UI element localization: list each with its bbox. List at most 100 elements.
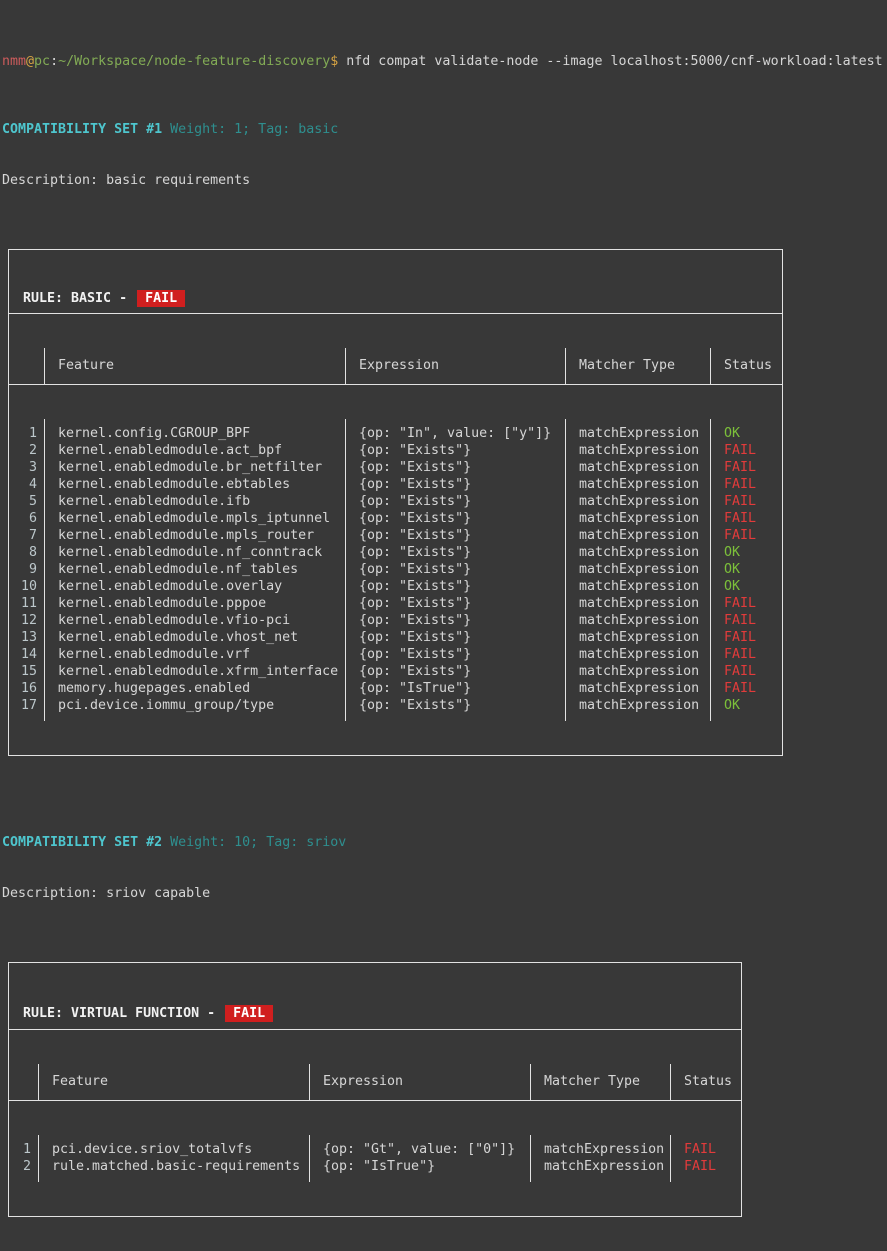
- rule-header-virtual-function: RULE: VIRTUAL FUNCTION -FAIL: [9, 997, 741, 1030]
- status-cell: FAIL: [711, 663, 782, 680]
- row-number-column: 1234567891011121314151617: [9, 419, 45, 721]
- feature-cell: kernel.enabledmodule.mpls_router: [45, 527, 345, 544]
- feature-cell: kernel.enabledmodule.overlay: [45, 578, 345, 595]
- status-cell: FAIL: [671, 1141, 741, 1158]
- rule-label: RULE: VIRTUAL FUNCTION -: [23, 1006, 215, 1021]
- matcher-cell: matchExpression: [566, 697, 710, 714]
- matcher-cell: matchExpression: [566, 425, 710, 442]
- feature-cell: kernel.enabledmodule.xfrm_interface: [45, 663, 345, 680]
- row-number-cell: 3: [9, 459, 44, 476]
- feature-cell: kernel.enabledmodule.vfio-pci: [45, 612, 345, 629]
- row-number-cell: 6: [9, 510, 44, 527]
- expression-cell: {op: "Exists"}: [346, 459, 565, 476]
- row-number-cell: 4: [9, 476, 44, 493]
- set-2-heading: COMPATIBILITY SET #2 Weight: 10; Tag: sr…: [2, 834, 887, 851]
- row-number-cell: 14: [9, 646, 44, 663]
- expression-cell: {op: "Exists"}: [346, 629, 565, 646]
- row-number-cell: 5: [9, 493, 44, 510]
- expression-column: {op: "Gt", value: ["0"]}{op: "IsTrue"}: [310, 1135, 531, 1182]
- set-1-heading: COMPATIBILITY SET #1 Weight: 1; Tag: bas…: [2, 121, 887, 138]
- expression-cell: {op: "Exists"}: [346, 612, 565, 629]
- status-cell: FAIL: [711, 629, 782, 646]
- terminal-window[interactable]: nmm@pc:~/Workspace/node-feature-discover…: [0, 0, 887, 1251]
- expression-cell: {op: "Exists"}: [346, 646, 565, 663]
- matcher-cell: matchExpression: [566, 663, 710, 680]
- expression-cell: {op: "Exists"}: [346, 544, 565, 561]
- feature-cell: kernel.enabledmodule.pppoe: [45, 595, 345, 612]
- set-2-title: COMPATIBILITY SET #2: [2, 835, 162, 850]
- row-number-cell: 7: [9, 527, 44, 544]
- feature-cell: rule.matched.basic-requirements: [39, 1158, 309, 1175]
- prompt-colon: :: [50, 54, 58, 69]
- status-cell: FAIL: [711, 595, 782, 612]
- expression-cell: {op: "Exists"}: [346, 663, 565, 680]
- status-cell: OK: [711, 544, 782, 561]
- feature-column: kernel.config.CGROUP_BPF kernel.enabledmo…: [45, 419, 346, 721]
- expression-cell: {op: "IsTrue"}: [346, 680, 565, 697]
- set-2-meta: Weight: 10; Tag: sriov: [162, 835, 346, 850]
- matcher-cell: matchExpression: [531, 1158, 670, 1175]
- header-cell-expression: Expression: [310, 1064, 531, 1100]
- status-cell: OK: [711, 578, 782, 595]
- header-cell-matcher: Matcher Type: [566, 348, 711, 384]
- rule-table-virtual-function: RULE: VIRTUAL FUNCTION -FAIL Feature Exp…: [8, 962, 742, 1217]
- feature-cell: kernel.enabledmodule.nf_tables: [45, 561, 345, 578]
- expression-cell: {op: "Exists"}: [346, 527, 565, 544]
- table-body-basic: 1234567891011121314151617 kernel.config.…: [9, 419, 782, 721]
- rule-header-basic: RULE: BASIC - FAIL: [9, 284, 782, 314]
- prompt-path: ~/Workspace/node-feature-discovery: [58, 54, 330, 69]
- row-number-cell: 11: [9, 595, 44, 612]
- expression-cell: {op: "Exists"}: [346, 578, 565, 595]
- set-1-meta: Weight: 1; Tag: basic: [162, 122, 338, 137]
- status-cell: FAIL: [711, 476, 782, 493]
- set-1-title: COMPATIBILITY SET #1: [2, 122, 162, 137]
- matcher-cell: matchExpression: [566, 476, 710, 493]
- status-column: OKFAILFAILFAILFAILFAILFAILOKOKOKFAILFAIL…: [711, 419, 782, 721]
- status-cell: FAIL: [711, 646, 782, 663]
- rule-label: RULE: BASIC -: [23, 291, 127, 306]
- matcher-cell: matchExpression: [566, 612, 710, 629]
- matcher-column: matchExpressionmatchExpressionmatchExpre…: [566, 419, 711, 721]
- feature-column: pci.device.sriov_totalvfsrule.matched.ba…: [39, 1135, 310, 1182]
- row-number-cell: 8: [9, 544, 44, 561]
- row-number-cell: 1: [9, 1141, 38, 1158]
- rule-status-badge: FAIL: [137, 290, 185, 307]
- table-body-virtual-function: 12 pci.device.sriov_totalvfsrule.matched…: [9, 1135, 741, 1182]
- status-cell: FAIL: [711, 612, 782, 629]
- set-2-description: Description: sriov capable: [2, 885, 887, 902]
- at-symbol: @: [26, 54, 34, 69]
- column-header-row: Feature Expression Matcher Type Status: [9, 1064, 741, 1101]
- expression-cell: {op: "Exists"}: [346, 697, 565, 714]
- status-cell: OK: [711, 561, 782, 578]
- set-1-description: Description: basic requirements: [2, 172, 887, 189]
- expression-cell: {op: "Exists"}: [346, 493, 565, 510]
- row-number-cell: 13: [9, 629, 44, 646]
- feature-cell: kernel.enabledmodule.vrf: [45, 646, 345, 663]
- header-cell-status: Status: [711, 348, 782, 384]
- header-cell-expression: Expression: [346, 348, 566, 384]
- row-number-column: 12: [9, 1135, 39, 1182]
- feature-cell: kernel.enabledmodule.ifb: [45, 493, 345, 510]
- prompt-host: pc: [34, 54, 50, 69]
- expression-cell: {op: "Exists"}: [346, 510, 565, 527]
- feature-cell: pci.device.sriov_totalvfs: [39, 1141, 309, 1158]
- header-cell-matcher: Matcher Type: [531, 1064, 671, 1100]
- prompt-user: nmm: [2, 54, 26, 69]
- feature-cell: kernel.enabledmodule.mpls_iptunnel: [45, 510, 345, 527]
- status-cell: OK: [711, 425, 782, 442]
- header-cell-feature: Feature: [45, 348, 346, 384]
- status-cell: FAIL: [711, 442, 782, 459]
- matcher-cell: matchExpression: [531, 1141, 670, 1158]
- rule-table-basic: RULE: BASIC - FAIL Feature Expression Mat…: [8, 249, 783, 756]
- matcher-cell: matchExpression: [566, 595, 710, 612]
- header-cell-num: [9, 1064, 39, 1100]
- feature-cell: kernel.config.CGROUP_BPF: [45, 425, 345, 442]
- shell-command: nfd compat validate-node --image localho…: [338, 54, 882, 69]
- expression-cell: {op: "Exists"}: [346, 442, 565, 459]
- row-number-cell: 10: [9, 578, 44, 595]
- status-cell: FAIL: [671, 1158, 741, 1175]
- matcher-cell: matchExpression: [566, 680, 710, 697]
- matcher-cell: matchExpression: [566, 578, 710, 595]
- expression-cell: {op: "Gt", value: ["0"]}: [310, 1141, 530, 1158]
- status-cell: FAIL: [711, 527, 782, 544]
